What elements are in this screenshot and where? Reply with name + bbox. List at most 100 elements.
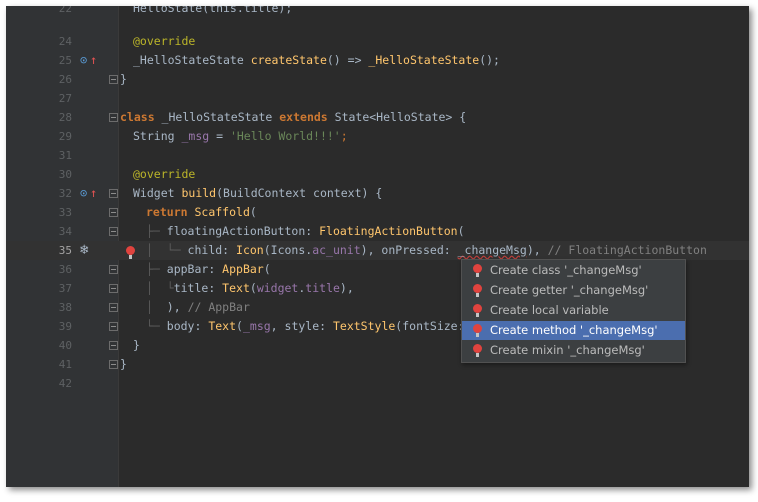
code-token: Text (222, 281, 250, 295)
code-text: } (120, 357, 127, 371)
line-number: 33 (58, 206, 72, 219)
code-token: String (133, 129, 182, 143)
fold-icon[interactable] (109, 284, 118, 293)
line-number: 42 (58, 377, 72, 390)
code-line[interactable]: 28 class _HelloStateState extends State<… (6, 108, 749, 127)
fold-icon[interactable] (109, 227, 118, 236)
quick-fix-item-selected[interactable]: Create method '_changeMsg' (462, 321, 685, 340)
code-token: ( (457, 224, 465, 238)
code-token: _HelloStateState (154, 110, 280, 124)
code-text: return Scaffold( (146, 203, 257, 222)
fold-icon[interactable] (109, 208, 118, 217)
tree-guide: ├─ (146, 262, 167, 276)
code-token: ac_unit (312, 243, 361, 257)
code-token: State<HelloState> { (327, 110, 467, 124)
debug-marker-icon[interactable]: ↑ (90, 51, 97, 70)
quick-fix-item[interactable]: Create getter '_changeMsg' (462, 281, 685, 300)
code-text: │ └title: Text(widget.title), (146, 279, 354, 298)
intention-bulb-icon (473, 304, 482, 317)
code-token: Icon (236, 243, 264, 257)
code-text: ├─ appBar: AppBar( (146, 260, 271, 279)
quick-fix-label: Create getter '_changeMsg' (490, 283, 649, 297)
tree-guide: └─ (146, 319, 167, 333)
code-text: ├─ floatingActionButton: FloatingActionB… (146, 222, 465, 241)
debug-marker-icon[interactable]: ↑ (90, 184, 97, 203)
line-number: 22 (58, 6, 72, 15)
code-line[interactable]: 42 (6, 374, 749, 393)
fold-icon[interactable] (109, 113, 118, 122)
code-token: ( (263, 262, 271, 276)
code-token: () => (326, 53, 369, 67)
line-number: 37 (58, 282, 72, 295)
code-line[interactable]: 29 String _msg = 'Hello World!!!'; (6, 127, 749, 146)
quick-fix-item[interactable]: Create class '_changeMsg' (462, 261, 685, 280)
unresolved-token[interactable]: _changeMsg (458, 243, 527, 257)
intention-bulb-icon[interactable] (126, 242, 135, 261)
code-text: └─ body: Text(_msg, style: TextStyle(fon… (146, 317, 513, 336)
override-marker-icon[interactable]: ⊙ (80, 51, 87, 70)
code-line[interactable]: 25 ⊙ ↑ _HelloStateState createState() =>… (6, 51, 749, 70)
code-line[interactable]: 33 return Scaffold( (6, 203, 749, 222)
quick-fix-item[interactable]: Create mixin '_changeMsg' (462, 341, 685, 360)
code-token: HelloState(this.title); (133, 6, 293, 15)
line-number: 36 (58, 263, 72, 276)
code-text: } (133, 338, 140, 352)
line-number: 26 (58, 73, 72, 86)
code-line[interactable]: 31 (6, 146, 749, 165)
code-token: ( (249, 205, 257, 219)
line-number: 38 (58, 301, 72, 314)
code-token: (); (479, 53, 500, 67)
fold-icon[interactable] (109, 360, 118, 369)
code-token: title (305, 281, 340, 295)
quick-fix-popup[interactable]: Create class '_changeMsg' Create getter … (461, 259, 686, 363)
code-token: ), (339, 281, 354, 295)
code-token: _HelloStateState (368, 53, 480, 67)
code-token: Scaffold (194, 205, 250, 219)
code-line[interactable]: 27 (6, 89, 749, 108)
code-line[interactable]: 34 ├─ floatingActionButton: FloatingActi… (6, 222, 749, 241)
code-line[interactable]: 26 } (6, 70, 749, 89)
fold-icon[interactable] (109, 189, 118, 198)
fold-icon[interactable] (109, 322, 118, 331)
code-line[interactable]: 24 @override (6, 32, 749, 51)
quick-fix-label: Create mixin '_changeMsg' (490, 343, 645, 357)
line-number: 28 (58, 111, 72, 124)
line-number: 29 (58, 130, 72, 143)
fold-icon[interactable] (109, 75, 118, 84)
line-number: 30 (58, 168, 72, 181)
code-text: Widget build(BuildContext context) { (133, 184, 382, 203)
line-number: 40 (58, 339, 72, 352)
code-line[interactable]: 22 HelloState(this.title); (6, 6, 749, 18)
code-token: 'Hello World!!!' (229, 129, 341, 143)
code-token: , style: (270, 319, 333, 333)
line-number: 35 (58, 244, 72, 257)
code-token: _msg (181, 129, 210, 143)
code-text: │ └─ child: Icon(Icons.ac_unit), onPress… (146, 241, 707, 260)
line-number: 24 (58, 35, 72, 48)
code-text: class _HelloStateState extends State<Hel… (120, 108, 466, 127)
code-line[interactable]: 30 @override (6, 165, 749, 184)
code-token: ( (236, 319, 243, 333)
code-text: String _msg = 'Hello World!!!'; (133, 127, 348, 146)
code-token: child: (187, 243, 237, 257)
code-token: _HelloStateState (133, 53, 251, 67)
line-number: 27 (58, 92, 72, 105)
code-token: = (209, 129, 230, 143)
override-marker-icon[interactable]: ⊙ (80, 184, 87, 203)
fold-icon[interactable] (109, 265, 118, 274)
intention-bulb-icon (473, 344, 482, 357)
code-token: ), (166, 300, 188, 314)
code-comment: // FloatingActionButton (547, 243, 707, 257)
code-line-current[interactable]: 35 ❄ │ └─ child: Icon(Icons.ac_unit), on… (6, 241, 749, 260)
fold-icon[interactable] (109, 341, 118, 350)
intention-bulb-icon (473, 264, 482, 277)
fold-icon[interactable] (109, 303, 118, 312)
code-token: widget (256, 281, 299, 295)
tree-guide: │ (146, 300, 167, 314)
code-line[interactable]: 32 ⊙ ↑ Widget build(BuildContext context… (6, 184, 749, 203)
code-token: FloatingActionButton (319, 224, 458, 238)
quick-fix-item[interactable]: Create local variable '_changeMsg' (462, 301, 685, 336)
ide-editor-window: 22 HelloState(this.title); 24 @override … (6, 6, 749, 487)
snowflake-icon[interactable]: ❄ (80, 241, 88, 260)
code-text: @override (133, 165, 195, 184)
